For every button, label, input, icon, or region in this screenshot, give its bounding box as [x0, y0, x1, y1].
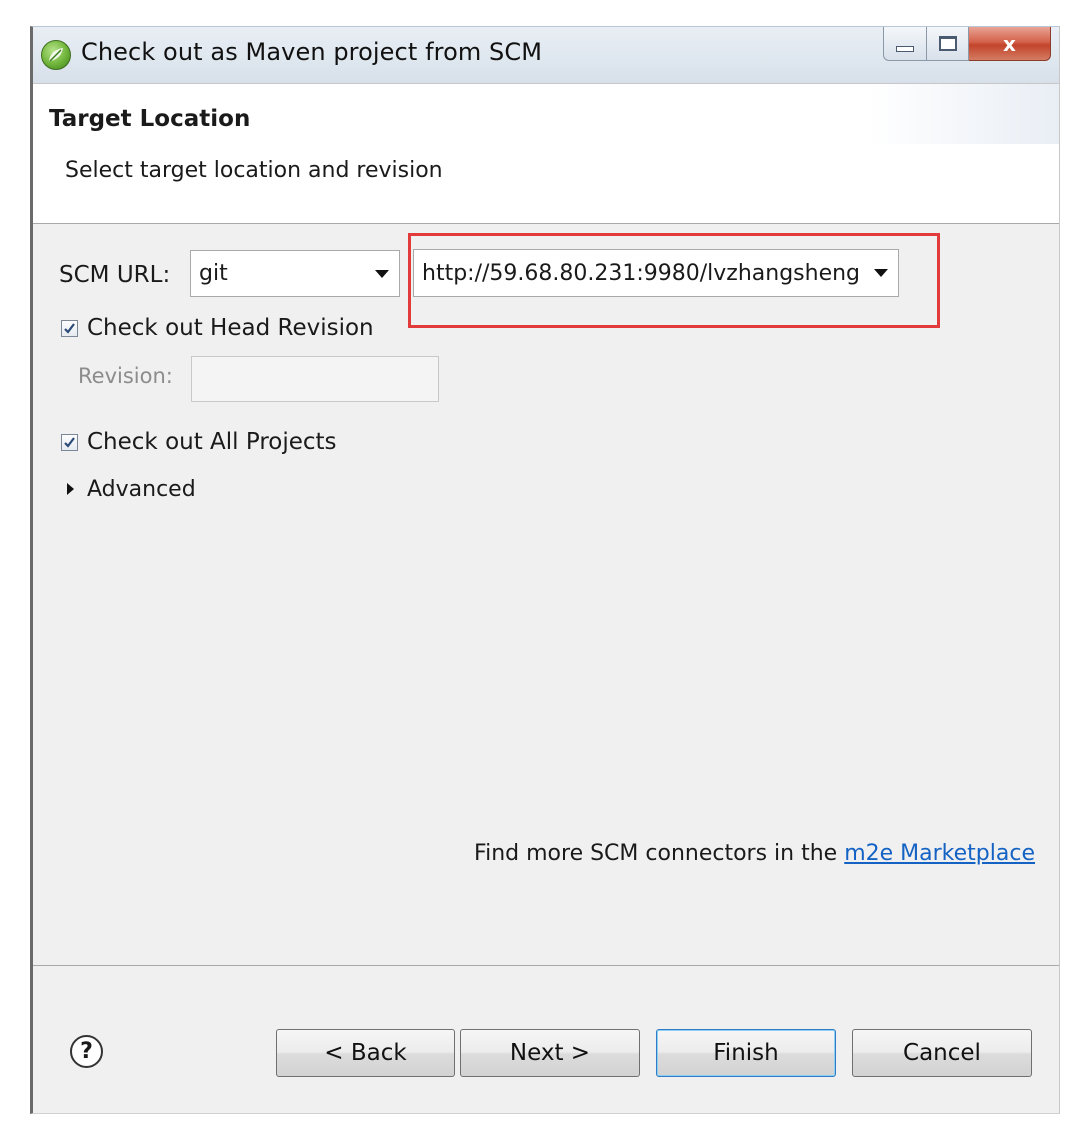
- dialog-window: Check out as Maven project from SCM x Ta…: [30, 26, 1060, 1114]
- highlight-box: [408, 233, 940, 328]
- scm-url-label: SCM URL:: [59, 262, 171, 288]
- window-title: Check out as Maven project from SCM: [81, 38, 543, 66]
- maximize-button[interactable]: [927, 27, 969, 61]
- all-projects-label: Check out All Projects: [87, 429, 337, 455]
- page-title: Target Location: [49, 106, 251, 132]
- head-revision-checkbox-row[interactable]: Check out Head Revision: [61, 315, 374, 341]
- window-controls: x: [883, 27, 1051, 63]
- head-revision-checkbox[interactable]: [61, 319, 78, 337]
- maximize-icon: [938, 36, 957, 51]
- scm-type-select[interactable]: git: [190, 250, 400, 297]
- banner-gradient: [869, 84, 1059, 144]
- checkmark-icon: [64, 436, 75, 448]
- revision-label: Revision:: [78, 364, 173, 388]
- minimize-button[interactable]: [883, 27, 927, 61]
- checkmark-icon: [64, 322, 75, 334]
- back-button[interactable]: < Back: [276, 1029, 455, 1077]
- advanced-section-label[interactable]: Advanced: [87, 477, 196, 502]
- close-button[interactable]: x: [969, 27, 1051, 61]
- marketplace-text: Find more SCM connectors in the: [474, 841, 838, 866]
- page-description: Select target location and revision: [65, 158, 443, 183]
- revision-input[interactable]: [191, 356, 439, 402]
- help-icon: ?: [80, 1039, 93, 1064]
- chevron-down-icon: [375, 269, 389, 278]
- all-projects-checkbox[interactable]: [61, 433, 78, 451]
- footer-separator: [33, 965, 1059, 966]
- all-projects-checkbox-row[interactable]: Check out All Projects: [61, 429, 337, 455]
- cancel-button[interactable]: Cancel: [852, 1029, 1032, 1077]
- title-bar[interactable]: Check out as Maven project from SCM x: [33, 27, 1059, 83]
- expand-triangle-icon[interactable]: [67, 483, 74, 495]
- marketplace-line: Find more SCM connectors in the m2e Mark…: [474, 841, 1035, 866]
- scm-type-value: git: [199, 261, 228, 286]
- finish-button[interactable]: Finish: [656, 1029, 836, 1077]
- minimize-icon: [896, 45, 914, 52]
- marketplace-link[interactable]: m2e Marketplace: [844, 841, 1035, 866]
- next-button[interactable]: Next >: [460, 1029, 640, 1077]
- close-icon: x: [1003, 31, 1016, 56]
- wizard-banner: Target Location Select target location a…: [33, 83, 1059, 224]
- head-revision-label: Check out Head Revision: [87, 315, 374, 341]
- help-button[interactable]: ?: [70, 1035, 103, 1068]
- spring-leaf-icon: [41, 40, 71, 70]
